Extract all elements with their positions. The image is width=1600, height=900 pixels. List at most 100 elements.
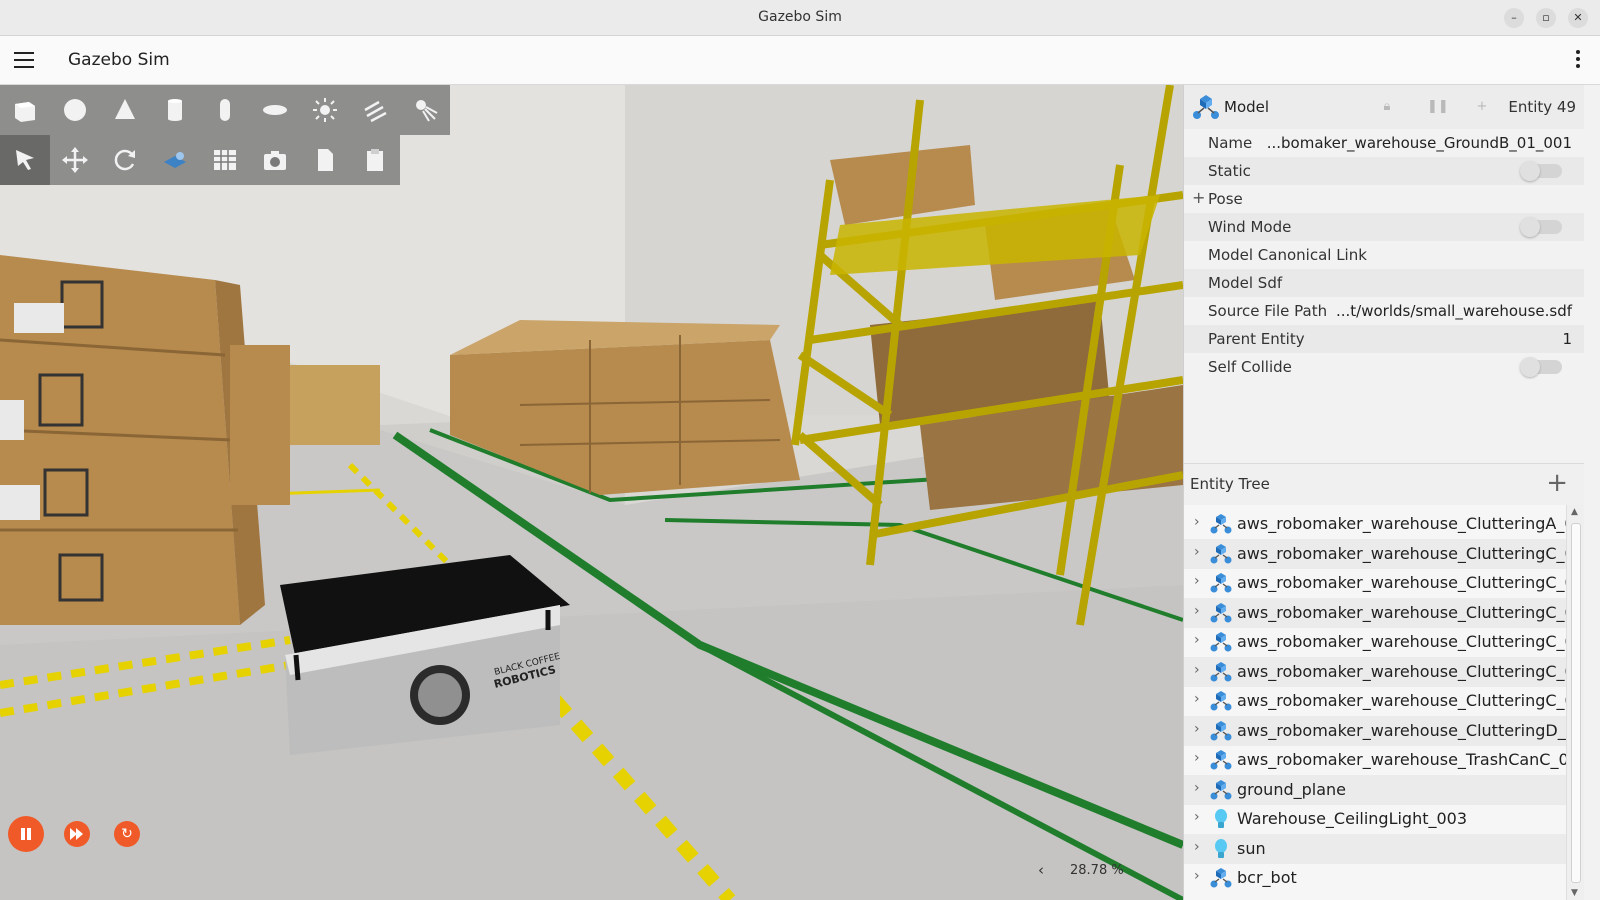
chevron-right-icon[interactable]: ›	[1194, 868, 1200, 884]
step-button[interactable]	[64, 821, 90, 847]
add-component-icon[interactable]: +	[1474, 99, 1490, 115]
lock-icon[interactable]: 🔒︎	[1379, 99, 1395, 115]
tree-row[interactable]: › aws_robomaker_warehouse_ClutteringD_01_	[1184, 715, 1566, 746]
chevron-right-icon[interactable]: ›	[1194, 780, 1200, 796]
chevron-right-icon[interactable]: ›	[1194, 691, 1200, 707]
pause-updates-icon[interactable]: ❚❚	[1427, 99, 1449, 115]
component-row-static: Static	[1184, 157, 1584, 185]
tree-row-label: ground_plane	[1237, 779, 1346, 799]
tree-row[interactable]: › aws_robomaker_warehouse_ClutteringC_01_	[1184, 686, 1566, 716]
model-icon	[1210, 749, 1232, 771]
view-angle-icon[interactable]	[150, 135, 200, 185]
tree-row[interactable]: › aws_robomaker_warehouse_ClutteringA_01_	[1184, 509, 1566, 539]
entity-tree-list: › aws_robomaker_warehouse_ClutteringA_01_…	[1184, 505, 1566, 900]
spot-light-icon[interactable]	[400, 85, 450, 135]
transform-toolbar	[0, 135, 400, 185]
component-row-parent-entity: Parent Entity 1	[1184, 325, 1584, 353]
tree-row[interactable]: › ground_plane	[1184, 774, 1566, 805]
chevron-right-icon[interactable]: ›	[1194, 632, 1200, 648]
tree-row[interactable]: › bcr_bot	[1184, 863, 1566, 893]
entity-tree-scrollbar[interactable]: ▲ ▼	[1566, 505, 1584, 900]
model-icon	[1210, 720, 1232, 742]
tree-row[interactable]: › aws_robomaker_warehouse_ClutteringC_01_	[1184, 656, 1566, 687]
screenshot-icon[interactable]	[250, 135, 300, 185]
chevron-right-icon[interactable]: ›	[1194, 839, 1200, 855]
static-toggle[interactable]	[1520, 161, 1562, 181]
self-collide-toggle[interactable]	[1520, 357, 1562, 377]
hamburger-menu-icon[interactable]	[14, 52, 34, 68]
tree-row[interactable]: › aws_robomaker_warehouse_TrashCanC_01_	[1184, 745, 1566, 775]
translate-icon[interactable]	[50, 135, 100, 185]
tree-row-label: Warehouse_CeilingLight_003	[1237, 809, 1468, 828]
chevron-right-icon[interactable]: ›	[1194, 721, 1200, 737]
entity-tree-title: Entity Tree	[1190, 475, 1270, 493]
select-icon[interactable]	[0, 135, 50, 185]
tree-row-label: aws_robomaker_warehouse_ClutteringD_01_	[1237, 720, 1566, 740]
component-row-pose[interactable]: + Pose	[1184, 185, 1584, 213]
paste-icon[interactable]	[350, 135, 400, 185]
right-panel: Model 🔒︎ ❚❚ + Entity 49 Name ...bomaker_…	[1183, 85, 1600, 900]
chevron-right-icon[interactable]: ›	[1194, 544, 1200, 560]
tree-row-label: aws_robomaker_warehouse_ClutteringC_01_	[1237, 573, 1566, 592]
minimize-button[interactable]: –	[1504, 8, 1524, 28]
model-icon	[1210, 867, 1232, 889]
model-icon	[1210, 602, 1232, 624]
point-light-icon[interactable]	[300, 85, 350, 135]
chevron-right-icon[interactable]: ›	[1194, 573, 1200, 589]
wind-mode-toggle[interactable]	[1520, 217, 1562, 237]
component-inspector-header: Model 🔒︎ ❚❚ + Entity 49	[1184, 85, 1584, 129]
component-type: Model	[1224, 98, 1270, 116]
reset-button[interactable]: ↻	[114, 821, 140, 847]
maximize-button[interactable]: ▫	[1536, 8, 1556, 28]
tree-row-label: aws_robomaker_warehouse_ClutteringC_01_	[1237, 543, 1566, 563]
tree-row[interactable]: › aws_robomaker_warehouse_ClutteringC_01_	[1184, 538, 1566, 569]
chevron-right-icon[interactable]: ›	[1194, 750, 1200, 766]
scroll-down-icon[interactable]: ▼	[1571, 888, 1578, 898]
tree-row-label: aws_robomaker_warehouse_ClutteringC_01_	[1237, 691, 1566, 710]
component-row-self-collide: Self Collide	[1184, 353, 1584, 381]
model-name-value: ...bomaker_warehouse_GroundB_01_001	[1266, 134, 1572, 152]
chevron-right-icon[interactable]: ›	[1194, 603, 1200, 619]
model-icon	[1210, 543, 1232, 565]
pause-button[interactable]	[8, 816, 44, 852]
close-button[interactable]: ✕	[1568, 8, 1588, 28]
cone-icon[interactable]	[100, 85, 150, 135]
capsule-icon[interactable]	[200, 85, 250, 135]
directional-light-icon[interactable]	[350, 85, 400, 135]
copy-icon[interactable]	[300, 135, 350, 185]
light-icon	[1210, 808, 1232, 830]
tree-row[interactable]: › aws_robomaker_warehouse_ClutteringC_01_	[1184, 597, 1566, 628]
shapes-toolbar	[0, 85, 450, 135]
component-row-canonical-link: Model Canonical Link	[1208, 246, 1367, 264]
cylinder-icon[interactable]	[150, 85, 200, 135]
tree-row[interactable]: › sun	[1184, 833, 1566, 864]
scene-3d-viewport[interactable]: BLACK COFFEE ROBOTICS ↻ ‹ 28.78 %	[0, 85, 1183, 900]
tree-row[interactable]: › aws_robomaker_warehouse_ClutteringC_01_	[1184, 627, 1566, 657]
grid-snap-icon[interactable]	[200, 135, 250, 185]
fast-forward-icon	[70, 828, 83, 840]
scroll-up-icon[interactable]: ▲	[1571, 507, 1578, 517]
chevron-right-icon[interactable]: ›	[1194, 662, 1200, 678]
chevron-right-icon[interactable]: ›	[1194, 809, 1200, 825]
chevron-right-icon[interactable]: ›	[1194, 514, 1200, 530]
model-icon	[1210, 631, 1232, 653]
rotate-icon[interactable]	[100, 135, 150, 185]
tree-row[interactable]: › Warehouse_CeilingLight_003	[1184, 804, 1566, 834]
model-icon	[1210, 690, 1232, 712]
expand-plus-icon[interactable]: +	[1192, 188, 1205, 207]
tree-row-label: aws_robomaker_warehouse_ClutteringC_01_	[1237, 661, 1566, 681]
tree-row-label: aws_robomaker_warehouse_ClutteringA_01_	[1237, 514, 1566, 533]
tree-row-label: aws_robomaker_warehouse_ClutteringC_01_	[1237, 632, 1566, 651]
sphere-icon[interactable]	[50, 85, 100, 135]
ellipsoid-icon[interactable]	[250, 85, 300, 135]
window-titlebar: Gazebo Sim – ▫ ✕	[0, 0, 1600, 36]
add-entity-icon[interactable]: +	[1546, 468, 1568, 498]
model-icon	[1193, 95, 1219, 119]
box-icon[interactable]	[0, 85, 50, 135]
scrollbar-thumb[interactable]	[1571, 523, 1581, 883]
component-row-model-sdf: Model Sdf	[1184, 269, 1584, 297]
tree-row[interactable]: › aws_robomaker_warehouse_ClutteringC_01_	[1184, 568, 1566, 598]
more-options-icon[interactable]	[1576, 50, 1580, 70]
tree-row-label: aws_robomaker_warehouse_ClutteringC_01_	[1237, 602, 1566, 622]
rtf-collapse-icon[interactable]: ‹	[1038, 861, 1044, 879]
